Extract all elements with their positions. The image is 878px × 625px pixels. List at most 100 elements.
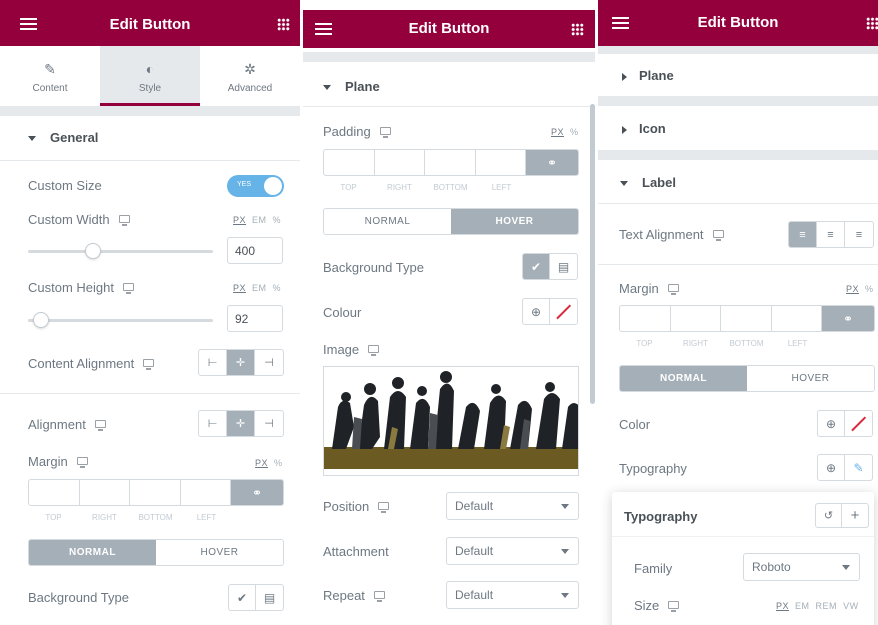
edit-panel-plane: Edit Button Plane Padding PX % ⚭ TOP RIGH… bbox=[303, 0, 595, 625]
desktop-icon[interactable] bbox=[668, 601, 680, 612]
link-icon[interactable]: ⚭ bbox=[231, 480, 283, 505]
globe-icon[interactable]: ⊕ bbox=[818, 411, 845, 436]
padding-units[interactable]: PX % bbox=[551, 127, 579, 137]
tab-style[interactable]: ◐ Style bbox=[100, 46, 200, 106]
image-label: Image bbox=[323, 342, 380, 357]
brush-icon[interactable]: ✔ bbox=[229, 585, 256, 610]
align-start-icon[interactable]: ⊢ bbox=[199, 411, 227, 436]
gradient-icon[interactable]: ▤ bbox=[256, 585, 283, 610]
link-icon[interactable]: ⚭ bbox=[526, 150, 578, 175]
desktop-icon[interactable] bbox=[378, 502, 390, 513]
widgets-grid-icon[interactable] bbox=[866, 17, 878, 30]
section-plane-header[interactable]: Plane bbox=[303, 79, 595, 94]
margin-right-input[interactable] bbox=[80, 480, 130, 505]
family-label: Family bbox=[634, 561, 673, 576]
tab-advanced[interactable]: ✲ Advanced bbox=[200, 46, 300, 106]
color-controls: ⊕ bbox=[817, 410, 873, 437]
typography-popover: Typography ↺ + Family Roboto Size PX EM … bbox=[612, 492, 874, 625]
link-icon[interactable]: ⚭ bbox=[822, 306, 874, 331]
desktop-icon[interactable] bbox=[712, 230, 724, 241]
align-left-icon[interactable]: ≡ bbox=[789, 222, 817, 247]
margin-right-input[interactable] bbox=[671, 306, 721, 331]
widgets-grid-icon[interactable] bbox=[277, 18, 290, 31]
custom-width-input[interactable]: 400 bbox=[227, 237, 283, 264]
divider bbox=[303, 106, 595, 107]
position-select[interactable]: Default bbox=[446, 492, 579, 520]
padding-bottom-input[interactable] bbox=[425, 150, 476, 175]
scrollbar[interactable] bbox=[590, 104, 595, 404]
padding-label: Padding bbox=[323, 124, 391, 139]
desktop-icon[interactable] bbox=[122, 283, 134, 294]
align-center-icon[interactable]: ≡ bbox=[817, 222, 845, 247]
background-type-label: Background Type bbox=[28, 590, 129, 605]
tab-normal[interactable]: NORMAL bbox=[620, 366, 747, 391]
align-center-icon[interactable]: ✛ bbox=[227, 350, 255, 375]
tab-content[interactable]: ✎ Content bbox=[0, 46, 100, 106]
family-select[interactable]: Roboto bbox=[743, 553, 860, 581]
repeat-select[interactable]: Default bbox=[446, 581, 579, 609]
section-general-header[interactable]: General bbox=[0, 130, 300, 145]
divider bbox=[0, 393, 300, 394]
margin-top-input[interactable] bbox=[29, 480, 80, 505]
margin-units[interactable]: PX % bbox=[255, 458, 283, 468]
image-preview[interactable] bbox=[323, 366, 579, 476]
align-end-icon[interactable]: ⊣ bbox=[255, 411, 283, 436]
section-label-header[interactable]: Label bbox=[598, 175, 878, 190]
margin-bottom-input[interactable] bbox=[130, 480, 181, 505]
desktop-icon[interactable] bbox=[118, 215, 130, 226]
margin-top-input[interactable] bbox=[620, 306, 671, 331]
edit-pencil-icon[interactable]: ✎ bbox=[845, 455, 872, 480]
align-right-icon[interactable]: ≡ bbox=[845, 222, 873, 247]
margin-units[interactable]: PX % bbox=[846, 284, 874, 294]
custom-height-units[interactable]: PX EM % bbox=[233, 283, 281, 293]
color-picker-empty[interactable] bbox=[550, 299, 577, 324]
color-picker-empty[interactable] bbox=[845, 411, 872, 436]
desktop-icon[interactable] bbox=[94, 420, 106, 431]
brush-icon[interactable]: ✔ bbox=[523, 254, 550, 279]
desktop-icon[interactable] bbox=[667, 284, 679, 295]
tab-hover[interactable]: HOVER bbox=[747, 366, 874, 391]
slider-handle[interactable] bbox=[84, 243, 101, 259]
tab-hover[interactable]: HOVER bbox=[156, 540, 283, 565]
align-start-icon[interactable]: ⊢ bbox=[199, 350, 227, 375]
padding-top-input[interactable] bbox=[324, 150, 375, 175]
padding-right-input[interactable] bbox=[375, 150, 425, 175]
margin-left-input[interactable] bbox=[181, 480, 231, 505]
custom-height-slider[interactable] bbox=[28, 312, 213, 328]
section-icon-header[interactable]: Icon bbox=[598, 121, 878, 136]
state-tabs: NORMAL HOVER bbox=[323, 208, 579, 235]
widgets-grid-icon[interactable] bbox=[571, 23, 584, 36]
size-units[interactable]: PX EM REM VW bbox=[776, 601, 859, 611]
margin-bottom-input[interactable] bbox=[721, 306, 772, 331]
margin-side-labels: TOP RIGHT BOTTOM LEFT bbox=[45, 513, 217, 522]
margin-inputs: ⚭ bbox=[28, 479, 284, 506]
globe-icon[interactable]: ⊕ bbox=[523, 299, 550, 324]
desktop-icon[interactable] bbox=[368, 345, 380, 356]
custom-size-toggle[interactable]: YES bbox=[227, 175, 284, 197]
slider-handle[interactable] bbox=[32, 312, 49, 328]
custom-height-input[interactable]: 92 bbox=[227, 305, 283, 332]
attachment-select[interactable]: Default bbox=[446, 537, 579, 565]
globe-icon[interactable]: ⊕ bbox=[818, 455, 845, 480]
desktop-icon[interactable] bbox=[143, 359, 155, 370]
desktop-icon[interactable] bbox=[76, 457, 88, 468]
custom-width-slider[interactable] bbox=[28, 243, 213, 259]
colour-label: Colour bbox=[323, 305, 362, 320]
desktop-icon[interactable] bbox=[379, 127, 391, 138]
padding-left-input[interactable] bbox=[476, 150, 526, 175]
add-icon[interactable]: + bbox=[842, 504, 868, 527]
tab-normal[interactable]: NORMAL bbox=[324, 209, 451, 234]
align-center-icon[interactable]: ✛ bbox=[227, 411, 255, 436]
margin-left-input[interactable] bbox=[772, 306, 822, 331]
tab-hover[interactable]: HOVER bbox=[451, 209, 578, 234]
desktop-icon[interactable] bbox=[373, 591, 385, 602]
align-end-icon[interactable]: ⊣ bbox=[255, 350, 283, 375]
custom-width-units[interactable]: PX EM % bbox=[233, 215, 281, 225]
caret-right-icon bbox=[622, 72, 627, 81]
section-plane-header[interactable]: Plane bbox=[598, 68, 878, 83]
background-type-buttons: ✔ ▤ bbox=[522, 253, 578, 280]
gradient-icon[interactable]: ▤ bbox=[550, 254, 577, 279]
reset-icon[interactable]: ↺ bbox=[816, 504, 842, 527]
tab-normal[interactable]: NORMAL bbox=[29, 540, 156, 565]
caret-right-icon bbox=[622, 125, 627, 134]
